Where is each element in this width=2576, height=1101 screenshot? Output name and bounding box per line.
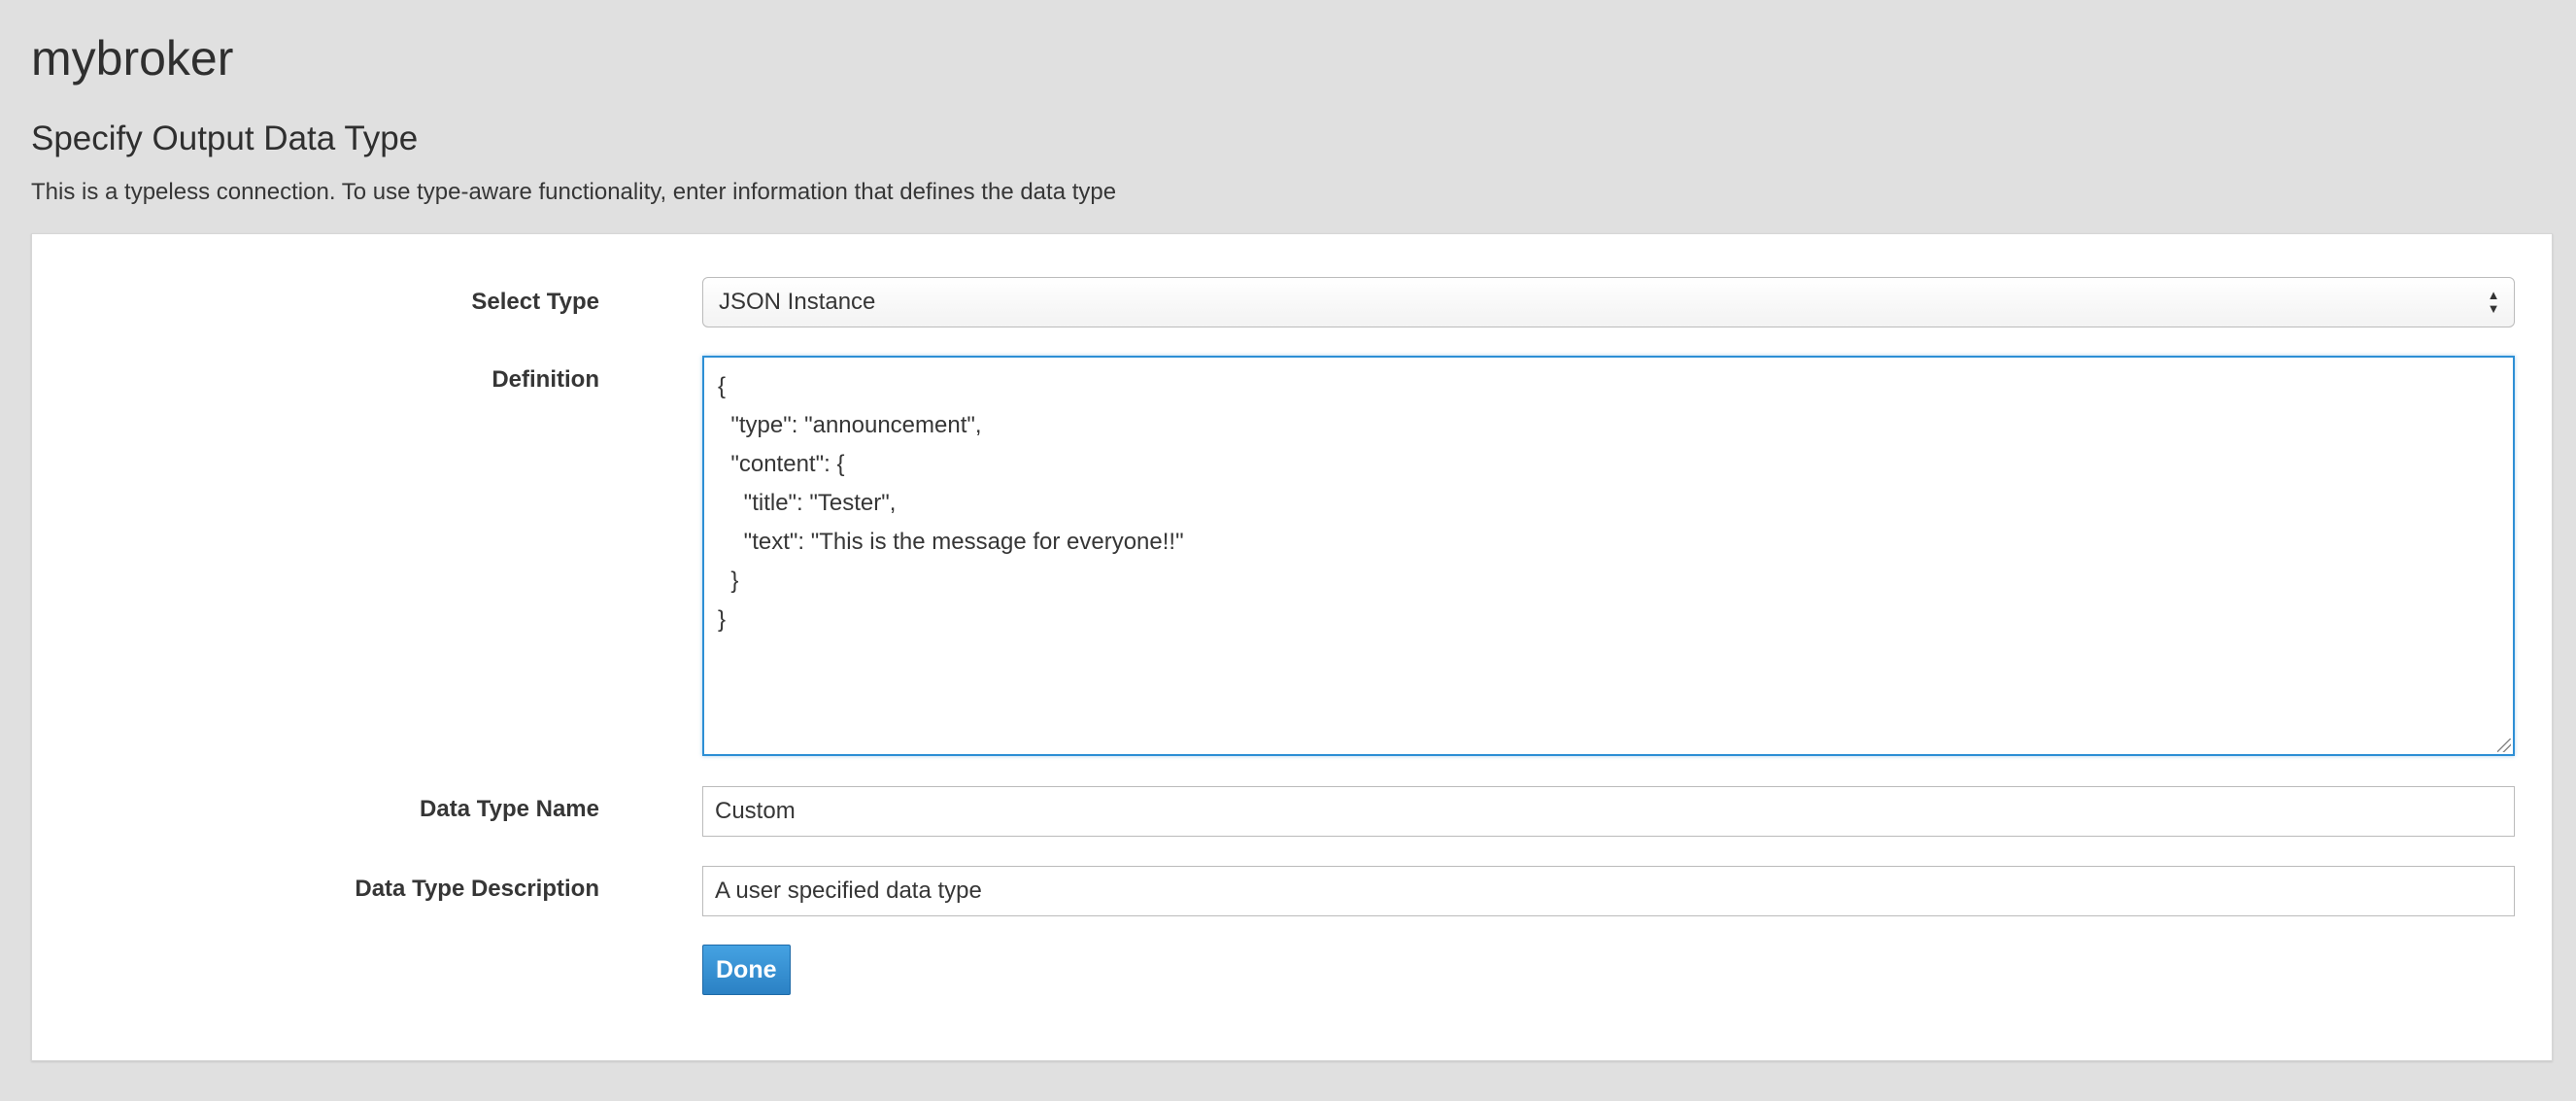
definition-label: Definition: [491, 366, 599, 393]
section-description: This is a typeless connection. To use ty…: [31, 179, 1117, 205]
section-title: Specify Output Data Type: [31, 120, 419, 157]
form-card: Select Type JSON Instance ▲ ▼ Definition …: [31, 233, 2553, 1061]
data-type-description-input[interactable]: A user specified data type: [702, 866, 2515, 916]
updown-chevron-icon: ▲ ▼: [2487, 288, 2500, 316]
resize-grip-icon[interactable]: [2497, 739, 2511, 752]
select-type-value: JSON Instance: [719, 289, 876, 315]
data-type-name-label: Data Type Name: [420, 796, 599, 822]
data-type-description-label: Data Type Description: [355, 876, 599, 902]
select-type-label: Select Type: [471, 289, 599, 315]
app-title: mybroker: [31, 31, 234, 86]
data-type-name-input[interactable]: Custom: [702, 786, 2515, 837]
definition-textarea[interactable]: { "type": "announcement", "content": { "…: [702, 356, 2515, 756]
done-button[interactable]: Done: [702, 945, 791, 995]
select-type-dropdown[interactable]: JSON Instance ▲ ▼: [702, 277, 2515, 327]
